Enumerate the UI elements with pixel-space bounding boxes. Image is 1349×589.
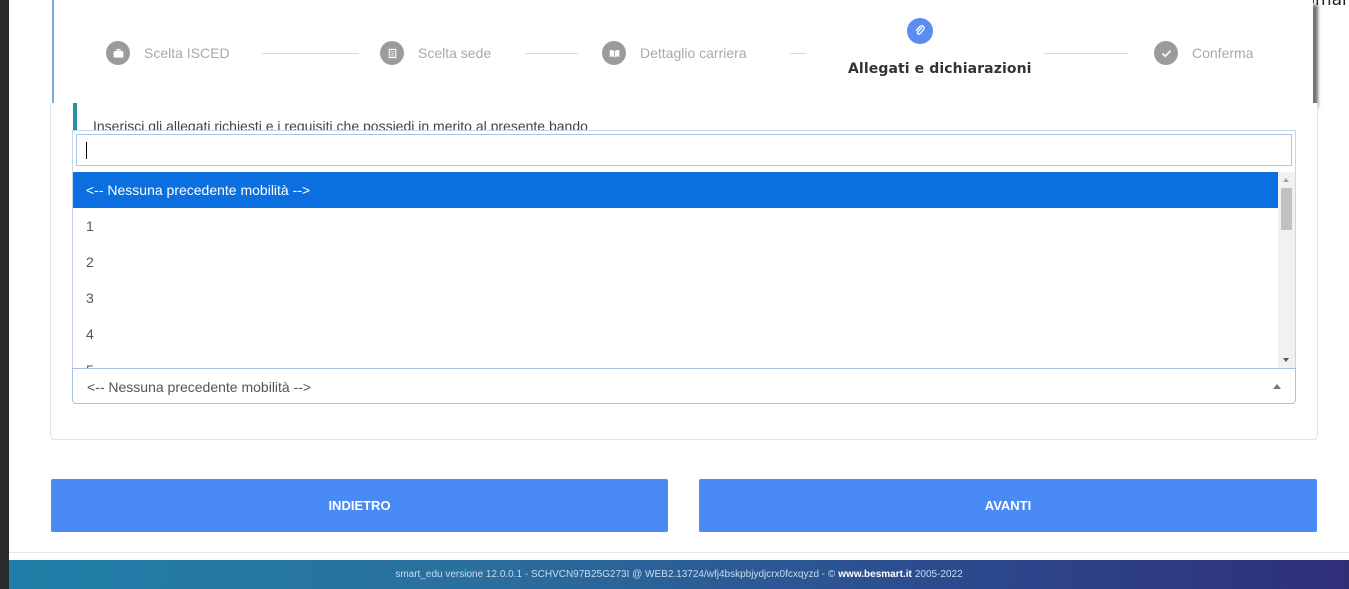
footer-site-link[interactable]: www.besmart.it xyxy=(838,569,912,580)
step-connector xyxy=(790,53,806,54)
option-item[interactable]: 2 xyxy=(73,244,1278,280)
footer: smart_edu versione 12.0.0.1 - SCHVCN97B2… xyxy=(9,560,1349,589)
check-icon xyxy=(1154,41,1178,65)
option-item[interactable]: 4 xyxy=(73,316,1278,352)
step-label: Dettaglio carriera xyxy=(640,45,747,61)
step-connector xyxy=(1044,53,1128,54)
option-item[interactable]: <-- Nessuna precedente mobilità --> xyxy=(73,172,1278,208)
scroll-thumb[interactable] xyxy=(1281,188,1292,230)
footer-version: smart_edu versione 12.0.0.1 - SCHVCN97B2… xyxy=(395,569,836,580)
next-button[interactable]: AVANTI xyxy=(699,479,1317,532)
back-button[interactable]: INDIETRO xyxy=(51,479,668,532)
briefcase-icon xyxy=(106,41,130,65)
book-icon xyxy=(602,41,626,65)
scroll-up-arrow-icon[interactable] xyxy=(1283,178,1289,182)
options-scrollbar[interactable] xyxy=(1278,172,1295,368)
step-connector xyxy=(262,53,359,54)
step-label: Scelta ISCED xyxy=(144,45,230,61)
option-item[interactable]: 1 xyxy=(73,208,1278,244)
select-dropdown: <-- Nessuna precedente mobilità --> 1 2 … xyxy=(72,130,1296,368)
dropdown-search-input[interactable] xyxy=(76,134,1292,166)
step-connector xyxy=(525,53,578,54)
step-label: Conferma xyxy=(1192,45,1254,61)
step-label: Scelta sede xyxy=(418,45,492,61)
step-dettaglio-carriera[interactable]: Dettaglio carriera xyxy=(602,41,747,65)
option-item[interactable]: 3 xyxy=(73,280,1278,316)
info-accent-bar xyxy=(73,103,77,133)
step-scelta-sede[interactable]: Scelta sede xyxy=(380,41,491,65)
mobility-select[interactable]: <-- Nessuna precedente mobilità --> xyxy=(72,368,1296,404)
wizard-stepper: Scelta ISCED Scelta sede Dettaglio carri… xyxy=(52,0,1313,103)
chevron-up-icon xyxy=(1273,384,1281,389)
scroll-down-arrow-icon[interactable] xyxy=(1283,358,1289,362)
select-value: <-- Nessuna precedente mobilità --> xyxy=(87,379,312,395)
footer-divider xyxy=(9,552,1349,553)
footer-years: 2005-2022 xyxy=(914,569,963,580)
options-list: <-- Nessuna precedente mobilità --> 1 2 … xyxy=(73,172,1278,368)
paperclip-icon[interactable] xyxy=(907,18,933,44)
text-caret xyxy=(86,142,87,159)
list-icon xyxy=(380,41,404,65)
left-rail xyxy=(0,0,9,589)
step-conferma[interactable]: Conferma xyxy=(1154,41,1253,65)
step-scelta-isced[interactable]: Scelta ISCED xyxy=(106,41,230,65)
option-item[interactable]: 5 xyxy=(73,352,1278,368)
step-allegati-label[interactable]: Allegati e dichiarazioni xyxy=(848,61,1032,77)
